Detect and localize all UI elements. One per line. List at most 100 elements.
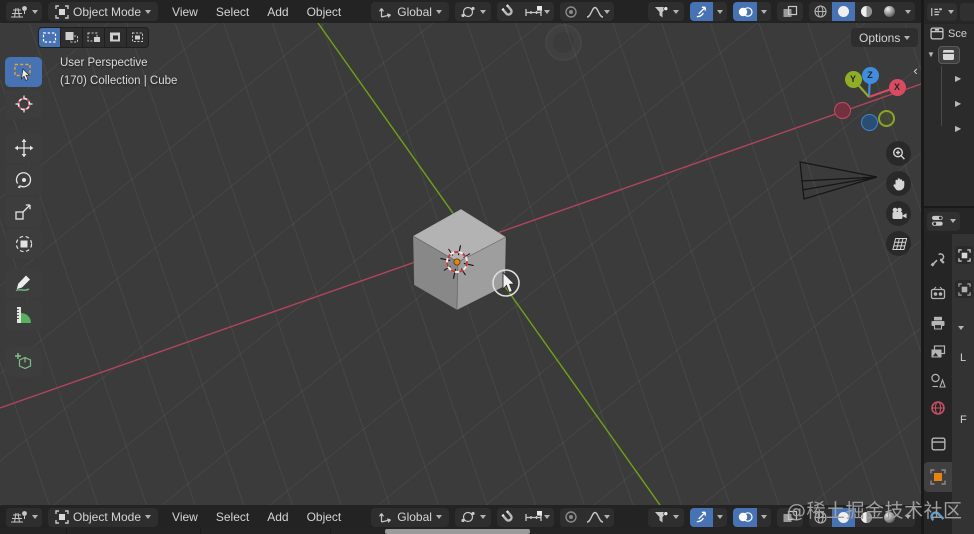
outliner-item-expand-1[interactable]: ▶	[955, 68, 961, 86]
shading-material-button[interactable]	[855, 2, 878, 21]
properties-editor-type-button[interactable]	[927, 211, 960, 231]
tab-view-layer-properties[interactable]	[924, 339, 952, 365]
menu-select[interactable]: Select	[208, 5, 257, 19]
gizmo-z-negative-ball[interactable]	[860, 113, 878, 131]
collection-icon	[943, 50, 955, 60]
content-partial-label-l: L	[960, 352, 967, 364]
bottom-menu-view[interactable]: View	[164, 510, 206, 524]
content-mode-button-1[interactable]	[955, 246, 973, 264]
overlays-dropdown[interactable]	[757, 2, 771, 21]
bottom-show-gizmo-toggle[interactable]	[690, 507, 713, 527]
shading-dropdown[interactable]	[901, 2, 915, 21]
gizmo-x-positive-ball[interactable]: X	[888, 78, 906, 96]
tab-collection-properties[interactable]	[924, 431, 952, 457]
menu-add[interactable]: Add	[259, 5, 296, 19]
tool-rotate[interactable]	[5, 165, 42, 195]
proportional-edit-toggle[interactable]	[560, 2, 582, 21]
gizmo-y-negative-ball[interactable]	[877, 109, 895, 127]
bottom-visibility-filter-dropdown[interactable]	[648, 507, 684, 527]
tool-move[interactable]	[5, 133, 42, 163]
snap-toggle-button[interactable]	[497, 2, 520, 21]
pivot-point-dropdown[interactable]	[454, 2, 491, 21]
bottom-mode-dropdown[interactable]: Object Mode	[48, 507, 159, 527]
snapping-group	[496, 2, 554, 21]
outliner-scene-row[interactable]: Sce	[930, 27, 967, 40]
content-chevron-down-icon[interactable]	[958, 326, 964, 330]
chevron-down-icon	[435, 515, 442, 519]
bottom-pivot-point-dropdown[interactable]	[454, 507, 491, 527]
shading-wireframe-button[interactable]	[809, 2, 832, 21]
pan-view-button[interactable]	[886, 171, 911, 196]
timeline-strip[interactable]	[0, 529, 921, 534]
falloff-dropdown[interactable]	[582, 2, 614, 21]
collection-button[interactable]	[937, 46, 960, 64]
tool-annotate[interactable]	[5, 268, 42, 298]
options-dropdown[interactable]: Options	[851, 28, 919, 47]
render-tab-icon	[930, 286, 946, 300]
bottom-overlays-dropdown[interactable]	[757, 508, 771, 527]
menu-object[interactable]: Object	[299, 5, 350, 19]
menu-view[interactable]: View	[164, 5, 206, 19]
tool-select-box[interactable]	[5, 57, 42, 87]
orthographic-toggle-button[interactable]	[886, 231, 911, 256]
tab-output-properties[interactable]	[924, 310, 952, 336]
bottom-menu-object[interactable]: Object	[299, 510, 350, 524]
camera-view-button[interactable]	[886, 201, 911, 226]
bottom-show-overlays-toggle[interactable]	[733, 507, 757, 527]
outliner-search-button-partial[interactable]	[960, 3, 974, 21]
bottom-orientation-dropdown[interactable]: Global	[371, 507, 449, 527]
show-gizmo-toggle[interactable]	[690, 2, 713, 21]
tab-world-properties[interactable]	[924, 395, 952, 421]
bottom-snap-toggle-button[interactable]	[497, 508, 520, 527]
outliner-item-expand-2[interactable]: ▶	[955, 93, 961, 111]
select-mode-extend-button[interactable]	[61, 28, 82, 47]
tool-add-cube[interactable]	[5, 347, 42, 377]
shading-solid-button[interactable]	[832, 2, 855, 21]
shading-rendered-button[interactable]	[878, 2, 901, 21]
hand-icon	[892, 177, 904, 190]
expand-triangle-down-icon[interactable]: ▼	[927, 51, 935, 59]
faint-logo-watermark	[545, 24, 582, 61]
bottom-snap-with-dropdown[interactable]	[520, 508, 554, 527]
bottom-editor-type-button[interactable]	[6, 507, 42, 527]
orientation-dropdown[interactable]: Global	[371, 2, 449, 21]
outliner-collection-row[interactable]: ▼	[927, 46, 960, 64]
bottom-proportional-edit-toggle[interactable]	[560, 508, 582, 527]
tool-cursor[interactable]	[5, 89, 42, 119]
strip-scrollbar[interactable]	[385, 529, 530, 534]
tool-scale[interactable]	[5, 197, 42, 227]
tool-transform[interactable]	[5, 229, 42, 259]
mode-dropdown[interactable]: Object Mode	[48, 2, 159, 21]
viewport-canvas[interactable]	[0, 23, 921, 505]
tool-measure[interactable]	[5, 300, 42, 330]
bottom-menu-add[interactable]: Add	[259, 510, 296, 524]
content-mode-button-2[interactable]	[955, 280, 973, 298]
viewport-editor-icon	[11, 511, 27, 523]
bottom-falloff-dropdown[interactable]	[582, 508, 614, 527]
bottom-menu-select[interactable]: Select	[208, 510, 257, 524]
select-mode-set-button[interactable]	[39, 28, 60, 47]
gizmo-y-positive-ball[interactable]: Y	[844, 70, 862, 88]
visibility-filter-dropdown[interactable]	[648, 2, 684, 21]
select-mode-intersect-button[interactable]	[127, 28, 148, 47]
outliner-item-expand-3[interactable]: ▶	[955, 118, 961, 136]
select-mode-invert-button[interactable]	[105, 28, 126, 47]
gizmo-y-label: Y	[849, 74, 856, 84]
tab-render-properties[interactable]	[924, 280, 952, 306]
xray-toggle[interactable]	[777, 2, 803, 21]
tab-scene-properties[interactable]	[924, 367, 952, 393]
tab-tool-properties[interactable]	[924, 246, 952, 272]
snap-with-dropdown[interactable]	[520, 2, 554, 21]
select-mode-subtract-button[interactable]	[83, 28, 104, 47]
scene-collection-icon	[930, 27, 944, 40]
show-overlays-toggle[interactable]	[733, 2, 757, 21]
editor-type-button[interactable]	[6, 2, 42, 21]
gizmo-x-negative-ball[interactable]	[833, 101, 851, 119]
tab-object-properties-active[interactable]	[924, 462, 952, 492]
gizmo-z-positive-ball[interactable]: Z	[861, 66, 879, 84]
outliner-display-mode-button[interactable]	[927, 3, 957, 21]
object-mode-small-icon	[957, 282, 971, 296]
bottom-gizmo-dropdown[interactable]	[713, 508, 727, 527]
zoom-view-button[interactable]	[886, 141, 911, 166]
gizmo-dropdown[interactable]	[713, 2, 727, 21]
